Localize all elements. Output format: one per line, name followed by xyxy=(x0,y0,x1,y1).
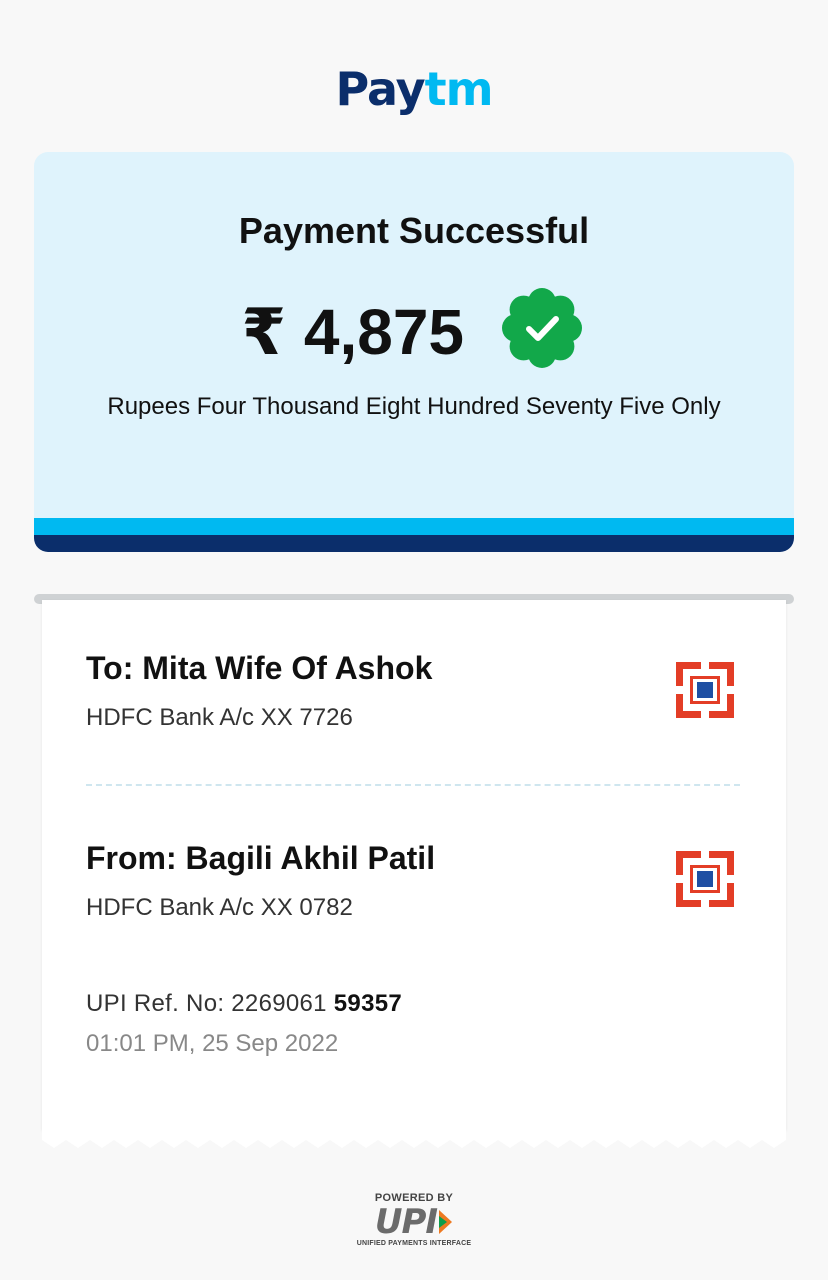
receipt-torn-edge xyxy=(42,1128,786,1148)
dashed-divider xyxy=(86,784,740,786)
hdfc-bank-icon xyxy=(676,851,734,907)
logo-tm: tm xyxy=(424,62,494,116)
amount-value: ₹ 4,875 xyxy=(241,296,464,368)
amount-in-words: Rupees Four Thousand Eight Hundred Seven… xyxy=(107,393,721,420)
upi-logo: UPI xyxy=(375,1205,453,1239)
upi-full-name: UNIFIED PAYMENTS INTERFACE xyxy=(356,1240,472,1247)
paytm-logo: Paytm xyxy=(0,62,828,116)
logo-pay: Pay xyxy=(335,62,425,116)
transaction-datetime: 01:01 PM, 25 Sep 2022 xyxy=(86,1030,339,1057)
upi-ref-suffix: 59357 xyxy=(333,990,403,1017)
payer-bank-account: HDFC Bank A/c XX 0782 xyxy=(86,894,353,921)
upi-reference-number: UPI Ref. No: 2269061 59357 xyxy=(86,990,402,1018)
stripe-dark xyxy=(34,535,794,552)
payee-bank-account: HDFC Bank A/c XX 7726 xyxy=(86,704,353,731)
payment-status-title: Payment Successful xyxy=(238,210,590,251)
receipt-card: To: Mita Wife Of Ashok HDFC Bank A/c XX … xyxy=(42,600,786,1130)
amount-row: ₹ 4,875 xyxy=(34,288,794,368)
upi-ref-prefix: UPI Ref. No: 2269061 xyxy=(86,990,334,1017)
hdfc-bank-icon xyxy=(676,662,734,718)
payer-name: From: Bagili Akhil Patil xyxy=(86,840,436,876)
verified-check-icon xyxy=(498,284,586,372)
payment-status-card: Payment Successful ₹ 4,875 Rupees Four T… xyxy=(34,152,794,552)
payee-name: To: Mita Wife Of Ashok xyxy=(86,650,433,686)
upi-arrow-icon xyxy=(439,1210,453,1234)
stripe-light xyxy=(34,518,794,535)
upi-footer: POWERED BY UPI UNIFIED PAYMENTS INTERFAC… xyxy=(0,1192,828,1247)
upi-logo-text: UPI xyxy=(374,1202,438,1242)
